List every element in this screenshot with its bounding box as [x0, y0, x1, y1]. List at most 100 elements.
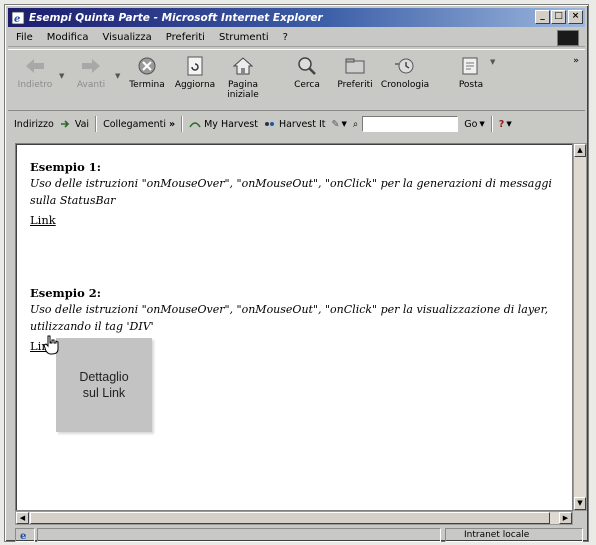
my-harvest-button[interactable]: My Harvest	[189, 119, 258, 130]
menu-bar: File Modifica Visualizza Preferiti Strum…	[8, 29, 585, 47]
internet-explorer-icon: e	[11, 11, 25, 25]
maximize-button[interactable]: □	[551, 10, 566, 24]
windows-flag-icon	[557, 30, 579, 46]
scroll-down-icon[interactable]: ▼	[574, 497, 586, 510]
stop-label: Termina	[129, 80, 165, 90]
refresh-button[interactable]: Aggiorna	[172, 54, 218, 106]
go-button-label: Go	[464, 118, 478, 130]
harvest-it-icon	[264, 119, 276, 129]
refresh-label: Aggiorna	[174, 80, 216, 90]
mail-icon	[462, 57, 478, 75]
window-title: Esempi Quinta Parte - Microsoft Internet…	[29, 11, 323, 24]
back-button[interactable]: Indietro	[12, 54, 58, 106]
svg-text:e: e	[20, 531, 26, 541]
search-field[interactable]	[362, 116, 459, 132]
favorites-button[interactable]: Preferiti	[332, 54, 378, 106]
menu-help[interactable]: ?	[283, 32, 288, 43]
minimize-button[interactable]: _	[535, 10, 550, 24]
go-button[interactable]: Go ▼	[464, 119, 485, 130]
stop-icon	[138, 57, 156, 75]
favorites-icon	[345, 58, 365, 74]
link-detail-layer: Dettaglio sul Link	[56, 338, 152, 432]
menu-visualizza[interactable]: Visualizza	[103, 32, 152, 43]
forward-label: Avanti	[76, 80, 106, 90]
example-1-link[interactable]: Link	[30, 213, 56, 227]
pencil-dropdown-icon: ▼	[341, 120, 347, 128]
go-dropdown-icon: ▼	[479, 120, 485, 128]
pencil-icon: ✎	[331, 118, 340, 130]
scroll-right-icon[interactable]: ▶	[559, 512, 572, 524]
search-button[interactable]: Cerca	[284, 54, 330, 106]
help-dropdown-icon: ▼	[506, 120, 512, 128]
forward-dropdown-icon[interactable]: ▼	[115, 72, 120, 80]
example-1-description: Uso delle istruzioni "onMouseOver", "onM…	[30, 177, 552, 207]
forward-button[interactable]: Avanti	[68, 54, 114, 106]
mail-button[interactable]: Posta	[448, 54, 494, 106]
example-1: Esempio 1: Uso delle istruzioni "onMouse…	[30, 160, 570, 228]
address-bar: Indirizzo Vai Collegamenti » My Harvest …	[8, 113, 585, 135]
stop-button[interactable]: Termina	[124, 54, 170, 106]
page-content: Esempio 1: Uso delle istruzioni "onMouse…	[15, 143, 573, 511]
go-label: Vai	[74, 118, 90, 130]
toolbar-divider	[95, 116, 98, 132]
address-label: Indirizzo	[14, 118, 54, 130]
menu-file[interactable]: File	[16, 32, 33, 43]
toolbar-more-icon[interactable]: »	[573, 56, 579, 66]
favorites-label: Preferiti	[337, 80, 373, 90]
links-label: Collegamenti	[103, 118, 166, 130]
search-field-group: ⌕	[352, 116, 459, 132]
history-button[interactable]: Cronologia	[380, 54, 430, 106]
hand-cursor-icon	[43, 335, 59, 355]
refresh-icon	[187, 56, 203, 76]
example-1-title: Esempio 1:	[30, 160, 102, 174]
title-bar[interactable]: e Esempi Quinta Parte - Microsoft Intern…	[8, 8, 585, 27]
pencil-dropdown[interactable]: ✎ ▼	[332, 119, 347, 130]
search-field-icon: ⌕	[352, 118, 359, 130]
svg-text:e: e	[14, 14, 20, 25]
history-icon	[395, 58, 414, 74]
security-zone: Intranet locale	[445, 528, 583, 542]
links-more-icon: »	[168, 118, 176, 130]
forward-arrow-icon	[82, 59, 100, 73]
menu-modifica[interactable]: Modifica	[47, 32, 89, 43]
harvest-icon	[189, 119, 201, 129]
my-harvest-label: My Harvest	[204, 118, 258, 130]
browser-window: e Esempi Quinta Parte - Microsoft Intern…	[4, 4, 589, 542]
home-label: Pagina iniziale	[227, 80, 259, 100]
example-2-title: Esempio 2:	[30, 286, 102, 300]
harvest-it-button[interactable]: Harvest It	[264, 119, 326, 130]
help-button[interactable]: ? ▼	[499, 119, 512, 130]
back-label: Indietro	[17, 80, 53, 90]
go-arrow-icon	[60, 119, 72, 129]
example-2-description: Uso delle istruzioni "onMouseOver", "onM…	[30, 303, 549, 333]
back-dropdown-icon[interactable]: ▼	[59, 72, 64, 80]
zone-label: Intranet locale	[464, 530, 530, 540]
back-arrow-icon	[26, 59, 44, 73]
scroll-up-icon[interactable]: ▲	[574, 144, 586, 157]
status-message	[37, 528, 441, 542]
mail-dropdown-icon[interactable]: ▼	[490, 58, 495, 66]
close-button[interactable]: ×	[568, 10, 583, 24]
menu-preferiti[interactable]: Preferiti	[166, 32, 205, 43]
mail-label: Posta	[458, 80, 484, 90]
toolbar-divider	[181, 116, 184, 132]
standard-toolbar: Indietro ▼ Avanti ▼ Termina Aggiorna Pag…	[8, 49, 585, 111]
search-icon	[298, 57, 316, 75]
scroll-left-icon[interactable]: ◀	[16, 512, 29, 524]
harvest-it-label: Harvest It	[278, 118, 326, 130]
page-status-icon: e	[15, 528, 35, 542]
layer-text: Dettaglio sul Link	[79, 370, 129, 400]
go-link[interactable]: Vai	[60, 119, 89, 130]
help-label: ?	[498, 118, 505, 130]
search-label: Cerca	[294, 80, 320, 90]
home-icon	[232, 57, 254, 75]
horizontal-scroll-thumb[interactable]	[30, 512, 550, 524]
links-menu[interactable]: Collegamenti »	[103, 119, 175, 130]
menu-strumenti[interactable]: Strumenti	[219, 32, 269, 43]
home-button[interactable]: Pagina iniziale	[220, 54, 266, 106]
vertical-scrollbar[interactable]: ▲ ▼	[573, 143, 587, 511]
history-label: Cronologia	[380, 80, 430, 90]
status-bar: e Intranet locale	[15, 527, 587, 543]
toolbar-divider	[490, 116, 493, 132]
horizontal-scrollbar[interactable]: ◀ ▶	[15, 511, 573, 525]
